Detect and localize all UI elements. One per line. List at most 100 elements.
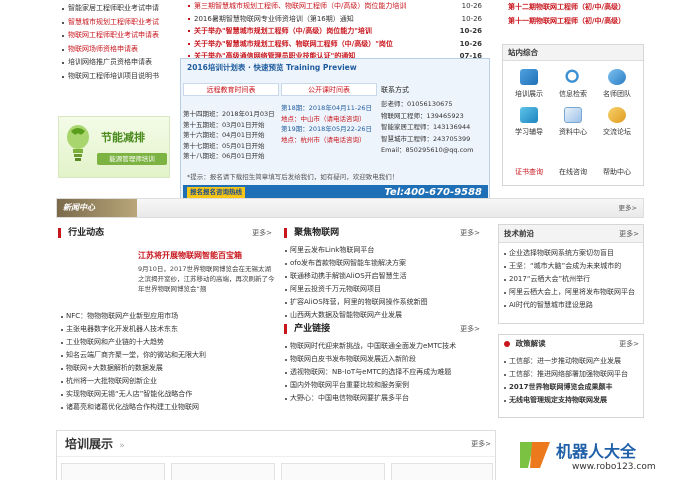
- red-marker-icon: [58, 227, 61, 238]
- industry-header: 行业动态 更多>: [58, 222, 276, 244]
- top-news-list: 第三期智慧城市规划工程师、物联网工程师（中/高级）岗位能力培训 10-26 201…: [186, 0, 488, 63]
- right-top-link[interactable]: 第十一期物联网工程师（初/中/高级）: [502, 14, 644, 28]
- industry-headline[interactable]: 江苏将开展物联网智能百宝箱: [138, 250, 276, 261]
- tech-item[interactable]: AI时代的智慧城市建设思路: [503, 299, 640, 312]
- contact-row: 彭老师：01056130675: [381, 100, 453, 108]
- training-photo[interactable]: [171, 463, 275, 480]
- tech-section: 技术前沿 更多> 企业选择物联网系统方案切勿盲目 王坚：“城市大脑”会成为未来城…: [498, 224, 644, 324]
- tech-item[interactable]: 阿里云栖大会上，阿里将发布物联网平台: [503, 286, 640, 299]
- study-icon: [520, 107, 538, 123]
- focus-more[interactable]: 更多>: [460, 222, 480, 244]
- right-top-links: 第十二期物联网工程师（初/中/高级） 第十一期物联网工程师（初/中/高级）: [502, 0, 644, 28]
- remote-row: 第十六期班：04月01日开始: [183, 131, 265, 139]
- chain-header: 产业链接 更多>: [284, 318, 484, 340]
- contact-title: 联系方式: [381, 86, 409, 94]
- training-photo[interactable]: [281, 463, 385, 480]
- policy-item[interactable]: 工信部：进一步推动物联网产业发展: [503, 355, 640, 368]
- policy-item[interactable]: 2017世界物联网博览会成果颇丰: [503, 381, 640, 394]
- watermark-brand: 机器人大全: [556, 442, 637, 461]
- left-link-1[interactable]: 智能家居工程师职业考试申请: [62, 2, 174, 16]
- nav-study[interactable]: 学习辅导: [509, 107, 549, 137]
- industry-item[interactable]: 知名云端厂商齐聚一堂，你的微站和无限大利: [60, 349, 276, 362]
- industry-section: 行业动态 更多> 江苏将开展物联网智能百宝箱 9月10日，2017世界物联网博览…: [58, 222, 276, 417]
- nav-forum[interactable]: 交流论坛: [597, 107, 637, 137]
- nav-training-show[interactable]: 培训展示: [509, 69, 549, 99]
- industry-item[interactable]: NFC：物物物联网产业新型应用市场: [60, 310, 276, 323]
- top-news-item[interactable]: 第三期智慧城市规划工程师、物联网工程师（中/高级）岗位能力培训 10-26: [186, 0, 488, 13]
- chain-item[interactable]: 大野心：中国电信物联网要扩展多平台: [284, 392, 484, 405]
- left-link-6[interactable]: 物联网工程师培训项目说明书: [62, 70, 174, 84]
- nav-resources[interactable]: 资料中心: [553, 107, 593, 137]
- nav-info-search[interactable]: 信息检索: [553, 69, 593, 99]
- news-center-label: 新闻中心: [57, 199, 137, 217]
- remote-schedule: 第十四期班：2018年01月03日 第十五期班：03月01日开始 第十六期班：0…: [183, 109, 279, 162]
- top-news-item[interactable]: 2016暑期智慧物联网专业师资培训（第16期）通知 10-26: [186, 13, 488, 26]
- industry-item[interactable]: 工业物联网和产业链的十大趋势: [60, 336, 276, 349]
- left-link-2[interactable]: 智慧城市规划工程师职业考试: [62, 16, 174, 30]
- left-link-5[interactable]: 培训网络推广员资格申请表: [62, 56, 174, 70]
- training-preview-box: 2016培训计划表 · 快速预览 Training Preview 远程教育时间…: [180, 58, 490, 202]
- policy-header: 政策解读 更多>: [499, 335, 643, 353]
- policy-more[interactable]: 更多>: [619, 335, 639, 353]
- site-nav-panel: 站内综合 培训展示 信息检索 名师团队 学习辅导 资料中心 交流论坛 证书查询 …: [502, 44, 644, 186]
- tech-title: 技术前沿: [504, 229, 534, 238]
- training-photo[interactable]: [61, 463, 165, 480]
- training-show-more[interactable]: 更多>: [471, 431, 491, 457]
- top-news-item[interactable]: 关于举办"智慧城市规划工程师（中/高级）岗位能力"培训 10-26: [186, 25, 488, 38]
- document-icon: [564, 107, 582, 123]
- red-marker-icon: [504, 341, 510, 347]
- chain-title: 产业链接: [294, 324, 331, 334]
- training-photo[interactable]: [391, 463, 493, 480]
- remote-row: 第十四期班：2018年01月03日: [183, 110, 275, 118]
- industry-item[interactable]: 诸葛亮和诸葛优化战略合作构建工业物联网: [60, 401, 276, 414]
- remote-row: 第十八期班：06月01日开始: [183, 152, 265, 160]
- top-news-item[interactable]: 关于举办"智慧城市规划工程师、物联网工程师（中/高级）"岗位 10-26: [186, 38, 488, 51]
- right-top-link[interactable]: 第十二期物联网工程师（初/中/高级）: [502, 0, 644, 14]
- nav-certificate[interactable]: 证书查询: [509, 167, 549, 177]
- industry-item[interactable]: 物联网+大数据解析的数据发展: [60, 362, 276, 375]
- focus-item[interactable]: 联通移动携手解锁AliOS开启智慧生活: [284, 270, 484, 283]
- industry-summary: 9月10日，2017世界物联网博览会在无锡太湖之滨揭开窒纱，江苏移动的高端，再次…: [138, 265, 275, 293]
- focus-header: 聚焦物联网 更多>: [284, 222, 484, 244]
- focus-item[interactable]: ofo发布首款物联网智能车锁解决方案: [284, 257, 484, 270]
- remote-row: 第十七期班：05月01日开始: [183, 141, 265, 150]
- training-notice: *提示：报名请下载招生简章填写后发给我们，如有疑问，欢迎致电我们！: [187, 173, 399, 181]
- training-icon: [520, 69, 538, 85]
- site-nav-title: 站内综合: [503, 45, 643, 61]
- contact-row: 智慧城市工程师：243705399: [381, 134, 471, 143]
- contact-list: 彭老师：01056130675 物联网工程师：139465923 智能家居工程师…: [381, 99, 489, 157]
- tech-more[interactable]: 更多>: [619, 225, 639, 243]
- industry-item[interactable]: 实现物联网无锡“无人店”智能化战略合作: [60, 388, 276, 401]
- focus-item[interactable]: 扩容AliOS阵营，阿里的物联网操作系统新图: [284, 296, 484, 309]
- chain-item[interactable]: 透视物联网：NB-IoT与eMTC的选择不应再成为难题: [284, 366, 484, 379]
- tech-item[interactable]: 企业选择物联网系统方案切勿盲目: [503, 247, 640, 260]
- news-center-more[interactable]: 更多>: [619, 199, 637, 217]
- policy-item[interactable]: 工信部：推进网络部署加强物联网平台: [503, 368, 640, 381]
- chain-item[interactable]: 物联网时代迎来新挑战，中国联通全面发力eMTC技术: [284, 340, 484, 353]
- energy-banner-title: 节能减排: [101, 131, 145, 144]
- focus-section: 聚焦物联网 更多> 阿里云发布Link物联网平台 ofo发布首款物联网智能车锁解…: [284, 222, 484, 319]
- nav-help[interactable]: 帮助中心: [597, 167, 637, 177]
- focus-item[interactable]: 阿里云投资千万元物联网项目: [284, 283, 484, 296]
- chain-item[interactable]: 国内外物联网平台重要比较和服务案例: [284, 379, 484, 392]
- left-links-list: 智能家居工程师职业考试申请 智慧城市规划工程师职业考试 物联网工程师职业考试申请…: [62, 2, 174, 83]
- left-link-4[interactable]: 物联网场师资格申请表: [62, 43, 174, 57]
- industry-item[interactable]: 杭州将一大批物联网创新企业: [60, 375, 276, 388]
- industry-more[interactable]: 更多>: [252, 222, 272, 244]
- remote-header: 远程教育时间表: [183, 83, 279, 96]
- industry-item[interactable]: 主张电器数字化开发机器人技术东东: [60, 323, 276, 336]
- tech-item[interactable]: 2017“云栖大会”杭州举行: [503, 273, 640, 286]
- industry-list: NFC：物物物联网产业新型应用市场 主张电器数字化开发机器人技术东东 工业物联网…: [60, 310, 276, 414]
- chain-more[interactable]: 更多>: [460, 318, 480, 340]
- nav-online-consult[interactable]: 在线咨询: [553, 167, 593, 177]
- energy-banner[interactable]: 节能减排 能源管理师培训: [58, 116, 170, 178]
- red-marker-icon: [284, 227, 287, 238]
- nav-teachers[interactable]: 名师团队: [597, 69, 637, 99]
- training-show-arrows: »: [119, 441, 125, 451]
- watermark: 机器人大全 www.robo123.com: [516, 432, 691, 480]
- tech-item[interactable]: 王坚：“城市大脑”会成为未来城市的: [503, 260, 640, 273]
- chain-item[interactable]: 物联网白皮书发布物联网发展迈入新阶段: [284, 353, 484, 366]
- focus-item[interactable]: 阿里云发布Link物联网平台: [284, 244, 484, 257]
- policy-item[interactable]: 无线电管理规定支持物联网发展: [503, 394, 640, 407]
- left-link-3[interactable]: 物联网工程师职业考试申请表: [62, 29, 174, 43]
